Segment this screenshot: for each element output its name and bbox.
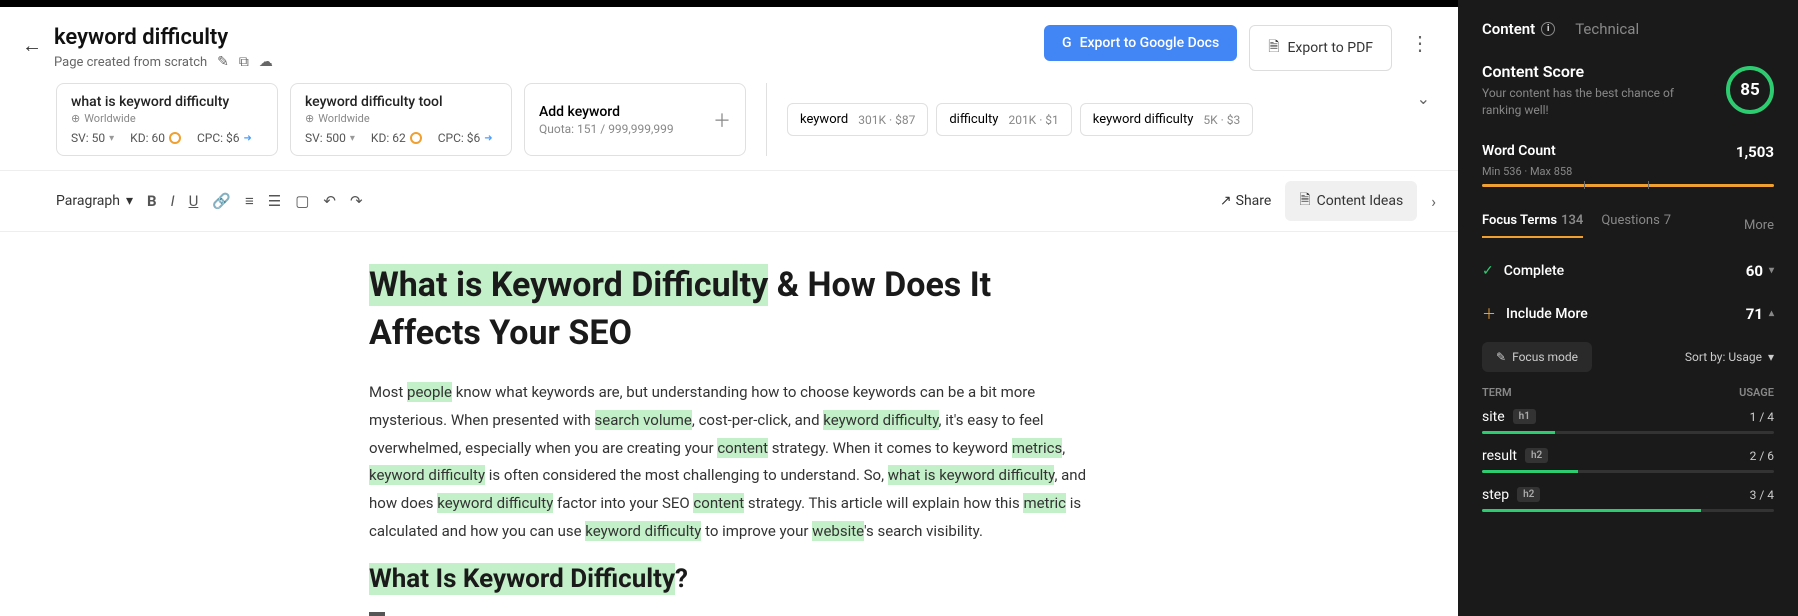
usage-bar [1482,509,1774,512]
underline-icon[interactable]: U [189,192,199,210]
chevron-down-icon[interactable]: ▾ [350,133,355,144]
share-icon: ↗ [1220,193,1232,209]
chevron-right-icon[interactable]: › [1431,192,1436,211]
chevron-up-icon: ▴ [1769,308,1774,319]
word-count-value: 1,503 [1736,143,1774,161]
doc-heading-2[interactable]: What Is Keyword Difficulty? [369,564,1089,594]
chevron-down-icon: ▾ [1769,265,1774,276]
more-menu-icon[interactable]: ⋮ [1404,25,1436,61]
usage-bar [1482,431,1774,434]
word-count-range: Min 536 · Max 858 [1482,165,1774,178]
copy-icon[interactable]: ⧉ [239,54,249,70]
image-icon[interactable]: ▢ [295,192,309,210]
tab-questions[interactable]: Questions7 [1601,213,1671,238]
kd-ring-icon [410,132,422,144]
link-icon[interactable]: 🔗 [212,192,231,210]
editor-area[interactable]: What is Keyword Difficulty & How Does It… [0,232,1458,616]
keyword-card[interactable]: keyword difficulty tool ⊕Worldwide SV: 5… [290,83,512,156]
tab-technical[interactable]: Technical [1575,20,1639,38]
arrow-icon: ➜ [484,133,492,144]
more-link[interactable]: More [1744,218,1774,233]
doc-heading-1[interactable]: What is Keyword Difficulty & How Does It… [369,262,1089,357]
keyword-card[interactable]: what is keyword difficulty ⊕Worldwide SV… [56,83,278,156]
check-icon: ✓ [1482,263,1494,279]
keyword-pill[interactable]: difficulty201K · $1 [936,103,1071,136]
keyword-pill[interactable]: keyword difficulty5K · $3 [1080,103,1253,136]
document-icon: 🗎 [1299,189,1310,213]
word-count-bar [1482,184,1774,187]
focus-mode-button[interactable]: ✎Focus mode [1482,342,1592,372]
kd-ring-icon [169,132,181,144]
plus-icon: ＋ [1482,304,1496,324]
term-header: TERM [1482,386,1512,399]
paragraph-select[interactable]: Paragraph▾ [56,193,133,209]
pencil-icon: ✎ [1496,350,1506,364]
chevron-down-icon: ▾ [1768,350,1774,364]
section-complete[interactable]: ✓Complete 60▾ [1482,250,1774,292]
export-pdf-button[interactable]: 🗎 Export to PDF [1249,25,1392,71]
globe-icon: ⊕ [305,112,314,125]
export-google-docs-button[interactable]: G Export to Google Docs [1044,25,1237,61]
tab-focus-terms[interactable]: Focus Terms134 [1482,213,1583,238]
page-title: keyword difficulty [54,25,273,50]
info-icon[interactable]: i [1541,22,1555,36]
content-score-sub: Your content has the best chance of rank… [1482,85,1710,119]
redo-icon[interactable]: ↷ [350,192,363,210]
cloud-icon[interactable]: ☁ [259,54,273,70]
document-icon: 🗎 [1268,36,1279,60]
add-keyword-card[interactable]: Add keyword Quota: 151 / 999,999,999 ＋ [524,83,746,156]
sort-select[interactable]: Sort by: Usage▾ [1685,342,1774,372]
plus-icon[interactable]: ＋ [713,107,731,133]
term-row[interactable]: siteh1 1 / 4 [1482,409,1774,434]
score-ring: 85 [1726,66,1774,114]
usage-header: USAGE [1739,386,1774,399]
page-subtitle: Page created from scratch [54,55,207,70]
undo-icon[interactable]: ↶ [323,192,336,210]
bold-icon[interactable]: B [147,192,157,210]
globe-icon: ⊕ [71,112,80,125]
content-ideas-button[interactable]: 🗎Content Ideas [1285,181,1417,221]
edit-icon[interactable]: ✎ [217,54,229,70]
image-placeholder-icon[interactable] [369,612,385,616]
expand-keywords-icon[interactable]: ⌄ [1411,83,1436,156]
keyword-pill[interactable]: keyword301K · $87 [787,103,928,136]
arrow-icon: ➜ [244,133,252,144]
italic-icon[interactable]: I [171,192,175,210]
ordered-list-icon[interactable]: ≡ [245,192,254,210]
usage-bar [1482,470,1774,473]
term-row[interactable]: steph2 3 / 4 [1482,487,1774,512]
content-score-title: Content Score [1482,62,1710,81]
doc-paragraph[interactable]: Most people know what keywords are, but … [369,379,1089,546]
share-button[interactable]: ↗Share [1220,193,1271,209]
back-button[interactable]: ← [22,33,42,58]
unordered-list-icon[interactable]: ☰ [268,192,281,210]
word-count-label: Word Count [1482,143,1556,161]
tab-content[interactable]: Contenti [1482,20,1555,38]
section-include-more[interactable]: ＋Include More 71▴ [1482,292,1774,336]
google-icon: G [1062,35,1072,51]
term-row[interactable]: resulth2 2 / 6 [1482,448,1774,473]
chevron-down-icon[interactable]: ▾ [109,133,114,144]
chevron-down-icon: ▾ [126,193,133,209]
